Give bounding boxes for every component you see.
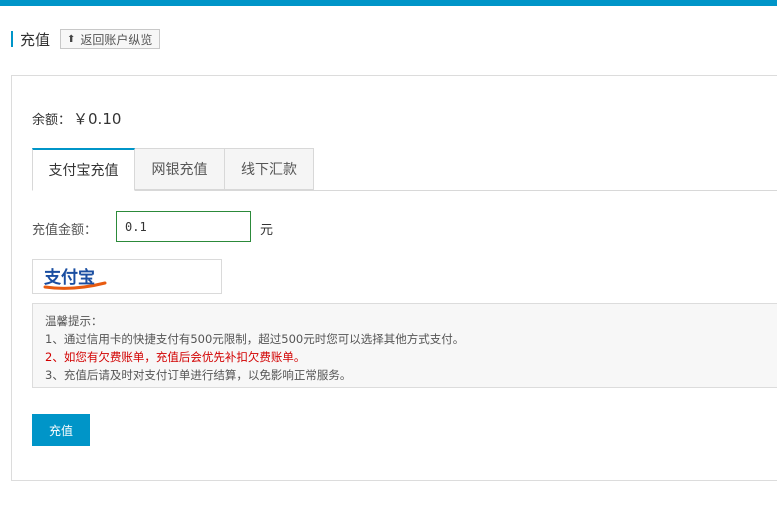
page-title: 充值: [20, 30, 51, 49]
balance: 余额： ￥0.10: [32, 108, 121, 129]
amount-unit: 元: [260, 223, 274, 238]
tab-alipay-label: 支付宝充值: [48, 163, 119, 179]
alipay-logo-text: 支付宝: [44, 267, 95, 288]
tab-online-banking[interactable]: 网银充值: [135, 148, 225, 190]
amount-input[interactable]: [116, 211, 251, 242]
amount-label: 充值金额：: [32, 223, 98, 238]
top-accent-bar: [0, 0, 777, 6]
alipay-logo: 支付宝: [43, 267, 107, 290]
back-to-overview-button[interactable]: ⬆ 返回账户纵览: [60, 29, 161, 49]
arrow-up-icon: ⬆: [67, 33, 76, 45]
balance-value: ￥0.10: [73, 110, 122, 128]
back-button-label: 返回账户纵览: [80, 32, 153, 47]
recharge-submit-button[interactable]: 充值: [32, 414, 90, 446]
tip-line-3: 3、充值后请及时对支付订单进行结算，以免影响正常服务。: [45, 368, 352, 382]
payment-tabs: 支付宝充值 网银充值 线下汇款: [32, 148, 314, 191]
tab-offline-transfer-label: 线下汇款: [241, 162, 297, 178]
balance-label: 余额：: [32, 113, 72, 128]
page-header: 充值 ⬆ 返回账户纵览: [11, 29, 161, 49]
tips-box: 温馨提示： 1、通过信用卡的快捷支付有500元限制，超过500元时您可以选择其他…: [32, 303, 777, 388]
tips-heading: 温馨提示：: [45, 314, 103, 328]
tab-online-banking-label: 网银充值: [151, 162, 208, 178]
tip-line-2: 2、如您有欠费账单，充值后会优先补扣欠费账单。: [45, 350, 306, 364]
title-accent-bar: [11, 31, 13, 47]
alipay-option[interactable]: 支付宝: [32, 259, 222, 294]
tab-offline-transfer[interactable]: 线下汇款: [225, 148, 314, 190]
tip-line-1: 1、通过信用卡的快捷支付有500元限制，超过500元时您可以选择其他方式支付。: [45, 332, 465, 346]
tab-alipay[interactable]: 支付宝充值: [32, 148, 135, 191]
